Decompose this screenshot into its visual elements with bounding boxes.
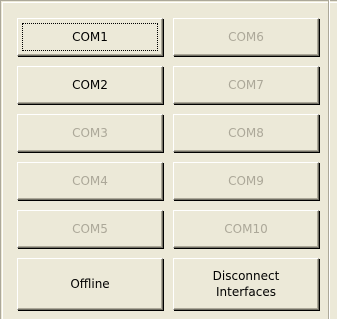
offline-label: Offline [70,277,110,291]
com3-label: COM3 [72,126,108,140]
com7-label: COM7 [228,78,264,92]
offline-button[interactable]: Offline [17,258,163,310]
com1-label: COM1 [72,30,108,44]
com2-button[interactable]: COM2 [17,66,163,104]
com9-label: COM9 [228,174,264,188]
com6-label: COM6 [228,30,264,44]
com3-button[interactable]: COM3 [17,114,163,152]
com8-label: COM8 [228,126,264,140]
com9-button[interactable]: COM9 [173,162,319,200]
com5-button[interactable]: COM5 [17,210,163,248]
com7-button[interactable]: COM7 [173,66,319,104]
disconnect-interfaces-button[interactable]: Disconnect Interfaces [173,258,319,310]
com8-button[interactable]: COM8 [173,114,319,152]
panel-divider-highlight [329,0,330,319]
com4-label: COM4 [72,174,108,188]
com1-button[interactable]: COM1 [17,18,163,56]
com10-label: COM10 [224,222,268,236]
com10-button[interactable]: COM10 [173,210,319,248]
com2-label: COM2 [72,78,108,92]
com4-button[interactable]: COM4 [17,162,163,200]
disconnect-interfaces-label: Disconnect Interfaces [212,269,280,299]
com6-button[interactable]: COM6 [173,18,319,56]
com5-label: COM5 [72,222,108,236]
